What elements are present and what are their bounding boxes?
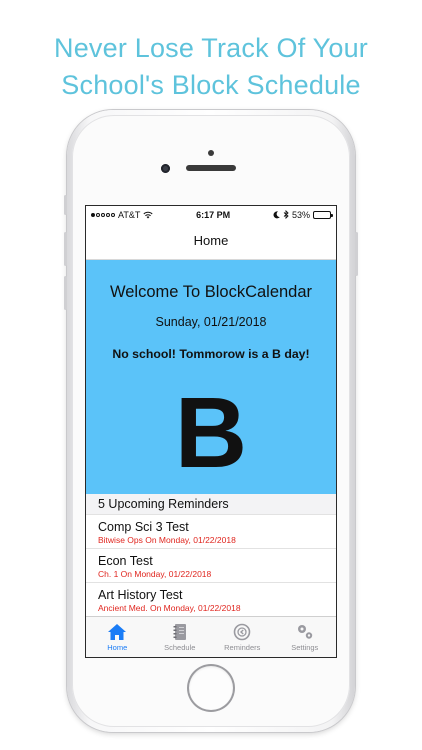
proximity-sensor — [208, 150, 214, 156]
day-status-message: No school! Tommorow is a B day! — [112, 347, 310, 361]
tab-reminders[interactable]: Reminders — [211, 617, 274, 657]
tab-home[interactable]: Home — [86, 617, 149, 657]
reminder-item[interactable]: Comp Sci 3 Test Bitwise Ops On Monday, 0… — [86, 515, 336, 549]
reminders-header: 5 Upcoming Reminders — [86, 494, 336, 515]
tab-label: Schedule — [164, 643, 196, 652]
reminder-item[interactable]: Econ Test Ch. 1 On Monday, 01/22/2018 — [86, 549, 336, 583]
reminder-title: Econ Test — [98, 554, 153, 568]
tab-schedule[interactable]: Schedule — [149, 617, 212, 657]
home-button[interactable] — [189, 666, 233, 710]
battery-percent: 53% — [291, 209, 310, 220]
nav-bar: Home — [86, 223, 336, 260]
front-camera — [161, 164, 170, 173]
status-bar: AT&T 6:17 PM 53% — [86, 206, 336, 223]
reminder-subtitle: Ch. 1 On Monday, 01/22/2018 — [98, 569, 212, 579]
tab-label: Reminders — [224, 643, 261, 652]
reminder-title: Art History Test — [98, 588, 183, 602]
wifi-icon — [143, 211, 153, 218]
day-summary-panel: Welcome To BlockCalendar Sunday, 01/21/2… — [86, 260, 336, 494]
earpiece-speaker — [186, 165, 236, 171]
notebook-icon — [173, 624, 186, 640]
reminder-title: Comp Sci 3 Test — [98, 520, 189, 534]
moon-icon — [273, 210, 280, 218]
tab-settings[interactable]: Settings — [274, 617, 337, 657]
carrier-name: AT&T — [118, 209, 141, 220]
tab-bar: Home Schedule Reminders Settings — [86, 616, 336, 657]
volume-up-button — [64, 232, 67, 266]
status-time: 6:17 PM — [196, 209, 231, 220]
block-day-letter: B — [174, 377, 248, 489]
reminder-subtitle: Ancient Med. On Monday, 01/22/2018 — [98, 603, 241, 613]
headline-line-2: School's Block Schedule — [61, 70, 361, 100]
bluetooth-icon — [283, 210, 289, 219]
reminder-item[interactable]: Art History Test Ancient Med. On Monday,… — [86, 583, 336, 617]
volume-down-button — [64, 276, 67, 310]
reminder-subtitle: Bitwise Ops On Monday, 01/22/2018 — [98, 535, 236, 545]
gear-icon — [297, 625, 312, 639]
page-title: Home — [193, 233, 229, 248]
promo-headline: Never Lose Track Of Your School's Block … — [0, 30, 422, 104]
tab-label: Settings — [291, 643, 319, 652]
reminder-icon — [233, 623, 251, 641]
reminders-list: Comp Sci 3 Test Bitwise Ops On Monday, 0… — [86, 515, 336, 617]
home-icon — [108, 624, 127, 640]
signal-strength-icon — [91, 212, 115, 217]
current-date: Sunday, 01/21/2018 — [155, 315, 267, 329]
tab-label: Home — [107, 643, 128, 652]
battery-icon — [313, 210, 333, 219]
welcome-title: Welcome To BlockCalendar — [109, 283, 313, 301]
headline-line-1: Never Lose Track Of Your — [54, 33, 368, 63]
power-button — [355, 232, 358, 276]
mute-switch — [64, 195, 67, 215]
phone-screen: AT&T 6:17 PM 53% Home Welcome To BlockCa… — [86, 206, 336, 657]
